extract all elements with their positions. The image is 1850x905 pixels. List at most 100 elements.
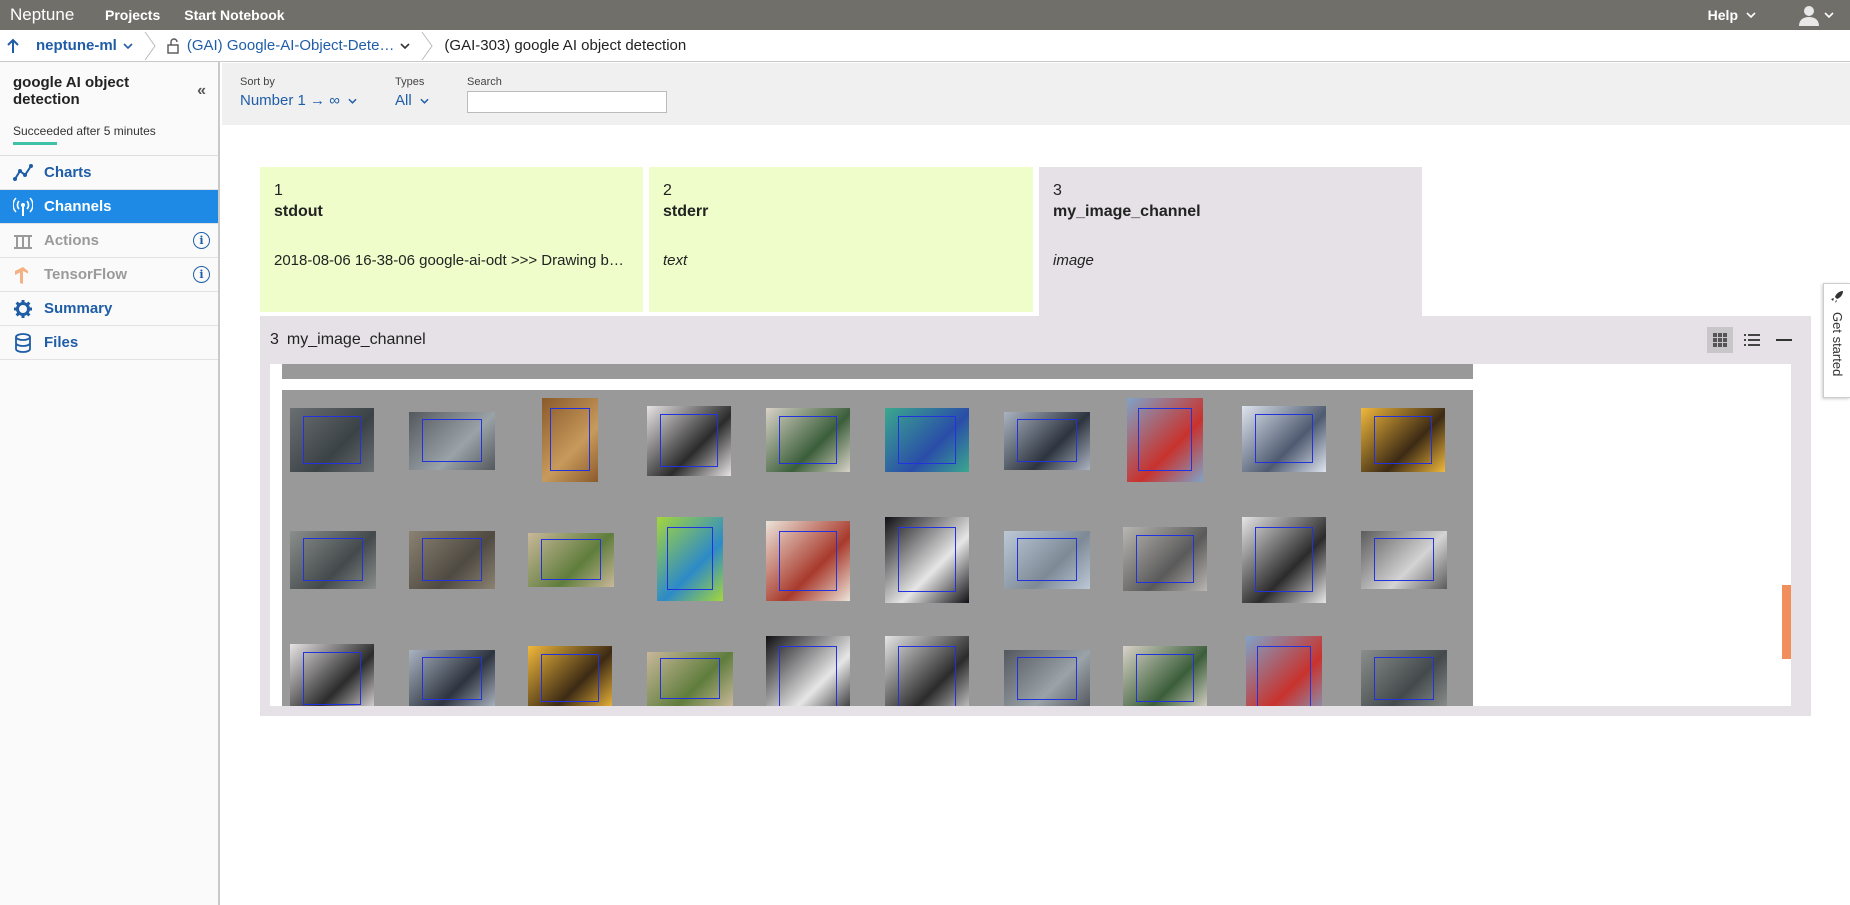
database-icon	[12, 332, 34, 353]
breadcrumb-project[interactable]: neptune-ml	[26, 30, 143, 61]
detection-box	[421, 656, 483, 701]
channel-card-stdout[interactable]: 1 stdout 2018-08-06 16-38-06 google-ai-o…	[260, 167, 643, 312]
image-thumbnail[interactable]	[1234, 390, 1354, 510]
channel-card-my-image-channel[interactable]: 3 my_image_channel image	[1039, 167, 1422, 317]
image-thumbnail[interactable]	[877, 509, 997, 629]
image-thumbnail[interactable]	[401, 628, 521, 706]
image-thumbnail[interactable]	[520, 390, 640, 510]
image-thumbnail[interactable]	[520, 628, 640, 706]
breadcrumb-group[interactable]: (GAI) Google-AI-Object-Dete…	[157, 30, 421, 61]
image-thumbnail[interactable]	[758, 509, 878, 629]
types-select[interactable]: All	[395, 92, 429, 109]
sidebar-item-files[interactable]: Files	[0, 326, 218, 360]
sort-by-select[interactable]: Number 1 → ∞	[240, 92, 357, 109]
image-thumbnail[interactable]	[877, 628, 997, 706]
grid-view-button[interactable]	[1707, 327, 1733, 353]
detection-box	[302, 415, 362, 464]
gear-icon	[12, 299, 34, 319]
help-label: Help	[1707, 7, 1738, 23]
breadcrumb-separator-icon	[421, 31, 434, 60]
channel-name: my_image_channel	[1053, 203, 1201, 220]
image-thumbnail[interactable]	[1234, 364, 1354, 379]
list-view-button[interactable]	[1739, 327, 1765, 353]
image-thumbnail[interactable]	[1115, 390, 1235, 510]
list-icon	[1744, 334, 1760, 346]
breadcrumb-separator-icon	[144, 31, 156, 60]
search-input[interactable]	[467, 91, 667, 113]
image-thumbnail[interactable]	[520, 364, 640, 379]
chevron-down-icon	[348, 98, 357, 104]
channel-card-stderr[interactable]: 2 stderr text	[649, 167, 1033, 312]
image-thumbnail[interactable]	[1353, 390, 1473, 510]
detection-box	[897, 646, 957, 706]
image-thumbnail[interactable]	[1115, 364, 1235, 379]
types-value: All	[395, 92, 412, 109]
detection-box	[1373, 537, 1435, 582]
get-started-label: Get started	[1830, 312, 1845, 377]
info-icon[interactable]: i	[193, 232, 210, 249]
image-thumbnail[interactable]	[282, 364, 402, 379]
panel-channel-name: my_image_channel	[286, 331, 426, 348]
sidebar-item-label: TensorFlow	[44, 266, 128, 283]
image-thumbnail[interactable]	[639, 390, 759, 510]
actions-icon	[12, 231, 34, 251]
sidebar-item-charts[interactable]: Charts	[0, 156, 218, 190]
image-thumbnail[interactable]	[996, 390, 1116, 510]
detection-box	[659, 658, 721, 699]
image-thumbnail[interactable]	[1353, 628, 1473, 706]
image-thumbnail[interactable]	[877, 364, 997, 379]
detection-box	[421, 418, 483, 463]
image-thumbnail[interactable]	[1353, 509, 1473, 629]
sidebar-item-actions[interactable]: Actions i	[0, 224, 218, 258]
sidebar-item-channels[interactable]: Channels	[0, 190, 218, 224]
image-thumbnail[interactable]	[1234, 509, 1354, 629]
up-arrow-icon[interactable]	[0, 30, 26, 62]
image-thumbnail[interactable]	[1115, 628, 1235, 706]
nav-start-notebook[interactable]: Start Notebook	[184, 7, 284, 23]
image-thumbnail[interactable]	[996, 509, 1116, 629]
user-menu[interactable]	[1798, 4, 1834, 26]
panel-channel-number: 3	[270, 331, 279, 348]
image-thumbnail[interactable]	[996, 364, 1116, 379]
sidebar-item-label: Channels	[44, 198, 112, 215]
minimize-panel-button[interactable]	[1771, 327, 1797, 353]
image-thumbnail[interactable]	[639, 628, 759, 706]
chevron-down-icon	[1746, 12, 1756, 18]
image-thumbnail[interactable]	[282, 628, 402, 706]
image-thumbnail[interactable]	[758, 364, 878, 379]
image-grid	[270, 364, 1791, 706]
chart-line-icon	[12, 163, 34, 183]
image-thumbnail[interactable]	[1234, 628, 1354, 706]
image-thumbnail[interactable]	[401, 364, 521, 379]
sidebar-item-tensorflow[interactable]: TensorFlow i	[0, 258, 218, 292]
image-thumbnail[interactable]	[758, 628, 878, 706]
image-thumbnail[interactable]	[520, 509, 640, 629]
breadcrumb-project-label: neptune-ml	[36, 37, 117, 54]
image-thumbnail[interactable]	[1115, 509, 1235, 629]
image-thumbnail[interactable]	[639, 364, 759, 379]
image-thumbnail[interactable]	[639, 509, 759, 629]
scroll-position-indicator[interactable]	[1782, 585, 1791, 659]
sidebar-item-label: Files	[44, 334, 79, 351]
detection-box	[897, 527, 957, 592]
neptune-logo[interactable]: Neptune	[0, 5, 105, 25]
top-bar: Neptune Projects Start Notebook Help	[0, 0, 1850, 30]
get-started-tab[interactable]: Get started	[1823, 283, 1850, 398]
nav-projects[interactable]: Projects	[105, 7, 160, 23]
image-thumbnail[interactable]	[282, 390, 402, 510]
channel-panel: 3 my_image_channel	[260, 316, 1811, 716]
sidebar-item-summary[interactable]: Summary	[0, 292, 218, 326]
chevron-down-icon	[420, 98, 429, 104]
image-thumbnail[interactable]	[758, 390, 878, 510]
info-icon[interactable]: i	[193, 266, 210, 283]
image-thumbnail[interactable]	[996, 628, 1116, 706]
image-thumbnail[interactable]	[877, 390, 997, 510]
image-thumbnail[interactable]	[401, 509, 521, 629]
image-thumbnail[interactable]	[282, 509, 402, 629]
detection-box	[1138, 408, 1192, 472]
collapse-sidebar-icon[interactable]: «	[197, 82, 206, 100]
status-progress-bar	[13, 142, 57, 145]
image-thumbnail[interactable]	[401, 390, 521, 510]
help-menu[interactable]: Help	[1708, 7, 1756, 23]
image-thumbnail[interactable]	[1353, 364, 1473, 379]
